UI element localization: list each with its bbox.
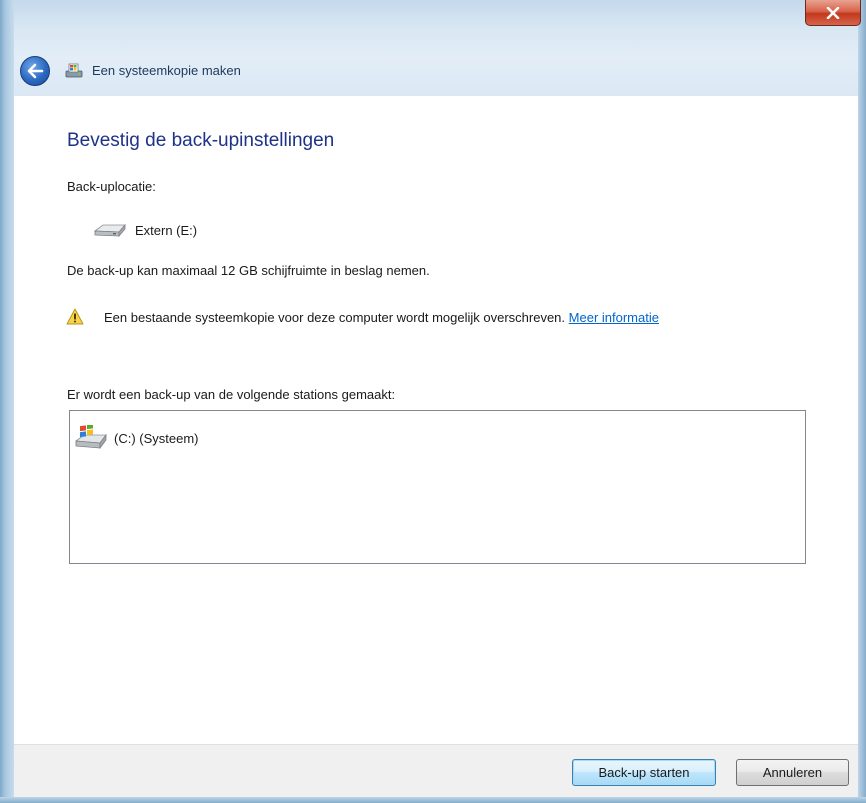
windows-drive-icon [74,425,107,450]
warning-icon [66,308,84,325]
close-icon [826,6,840,19]
wizard-window: Een systeemkopie maken Bevestig de back-… [0,0,866,803]
back-arrow-icon [27,63,44,79]
page-title: Bevestig de back-upinstellingen [67,130,335,151]
external-drive-icon [93,223,126,238]
backup-location-drive: Extern (E:) [91,220,197,240]
close-button[interactable] [805,0,861,26]
window-frame-bottom [0,797,866,803]
warning-message: Een bestaande systeemkopie voor deze com… [104,310,566,325]
window-title: Een systeemkopie maken [92,63,241,78]
cancel-button[interactable]: Annuleren [736,759,849,786]
backup-location-label: Back-uplocatie: [67,179,156,194]
more-info-link[interactable]: Meer informatie [569,310,659,325]
warning-text: Een bestaande systeemkopie voor deze com… [104,308,754,327]
start-backup-button[interactable]: Back-up starten [572,759,716,786]
drives-list[interactable]: (C:) (Systeem) [69,410,806,564]
drive-name: Extern (E:) [135,222,198,238]
backup-restore-icon [65,63,83,78]
back-button[interactable] [20,56,50,86]
title-bar [0,0,866,96]
window-frame-right [858,0,866,803]
button-bar: Back-up starten Annuleren [14,744,858,797]
list-item[interactable]: (C:) (Systeem) [74,425,199,451]
window-frame-left [0,0,14,803]
drive-label: (C:) (Systeem) [114,430,199,446]
wizard-content: Bevestig de back-upinstellingen Back-upl… [14,96,858,744]
space-required-text: De back-up kan maximaal 12 GB schijfruim… [67,263,430,278]
drives-list-label: Er wordt een back-up van de volgende sta… [67,387,396,402]
